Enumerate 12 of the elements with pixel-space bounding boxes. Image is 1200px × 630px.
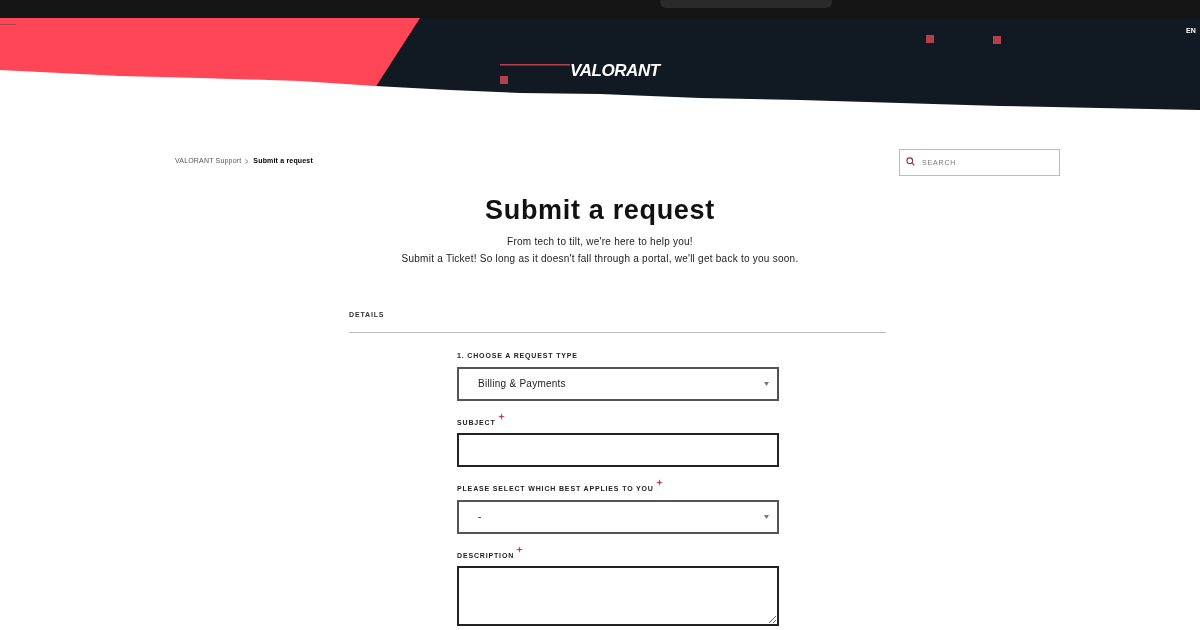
page-title: Submit a request xyxy=(485,197,715,224)
search-icon xyxy=(906,157,915,166)
description-input-field[interactable] xyxy=(457,566,779,626)
subtitle-text: Submit a Ticket! So long as it doesn't fall through a portal, we'll get back to you soon. xyxy=(401,252,799,266)
chevron-right-icon xyxy=(245,159,250,164)
subject-input-field[interactable] xyxy=(457,433,779,467)
dropdown-field[interactable]: - xyxy=(457,499,779,534)
valorant-logo: VALORANT xyxy=(570,60,660,82)
dropdown-field[interactable]: Billing & Payments xyxy=(457,366,779,401)
subtitle-text: From tech to tilt, we're here to help you! xyxy=(507,235,693,249)
caret-icon xyxy=(764,381,769,386)
caret-icon xyxy=(764,514,769,519)
